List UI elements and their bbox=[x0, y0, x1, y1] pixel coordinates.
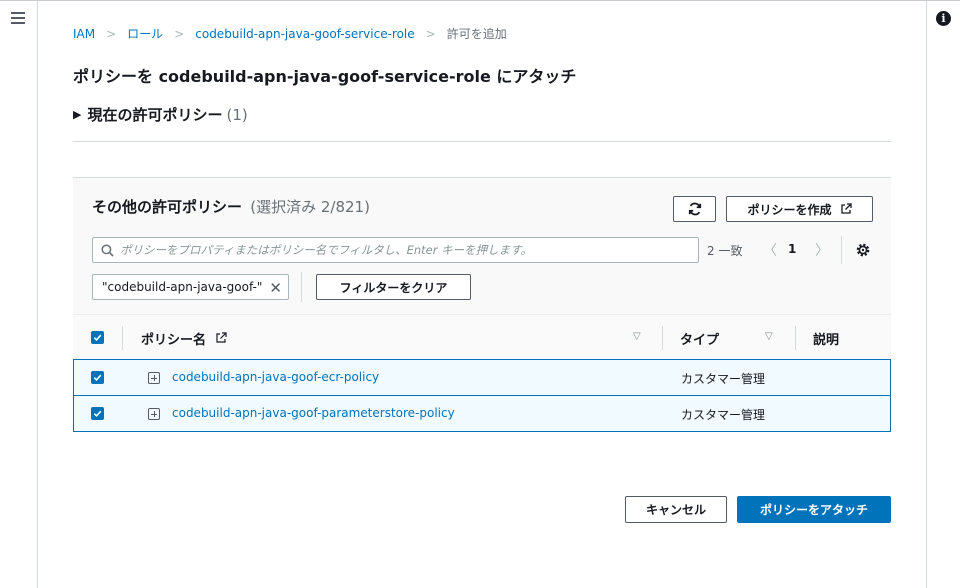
breadcrumb-roles[interactable]: ロール bbox=[127, 25, 163, 42]
refresh-button[interactable] bbox=[673, 196, 716, 222]
cancel-button[interactable]: キャンセル bbox=[625, 496, 727, 523]
create-policy-label: ポリシーを作成 bbox=[747, 202, 832, 217]
panel-title: その他の許可ポリシー (選択済み 2/821) bbox=[92, 196, 370, 217]
sort-down-icon[interactable]: ▽ bbox=[633, 331, 641, 342]
match-count: 2 一致 bbox=[707, 244, 743, 258]
hamburger-menu-icon[interactable] bbox=[11, 12, 25, 24]
attach-policy-button[interactable]: ポリシーをアタッチ bbox=[737, 496, 891, 523]
column-header-description[interactable]: 説明 bbox=[813, 329, 839, 348]
pager-divider bbox=[841, 236, 842, 264]
column-divider bbox=[795, 326, 796, 350]
current-page-number[interactable]: 1 bbox=[788, 242, 796, 256]
section-divider bbox=[73, 141, 891, 142]
column-divider bbox=[662, 326, 663, 350]
filter-divider bbox=[301, 272, 302, 302]
chevron-right-icon: > bbox=[106, 26, 117, 41]
other-policies-panel: その他の許可ポリシー (選択済み 2/821) ポリシーを作成 ポリシーをプロパ… bbox=[73, 177, 891, 432]
current-policies-count: (1) bbox=[226, 105, 248, 124]
chevron-right-icon: > bbox=[174, 26, 185, 41]
panel-header: その他の許可ポリシー (選択済み 2/821) ポリシーを作成 ポリシーをプロパ… bbox=[73, 178, 891, 314]
filter-token: "codebuild-apn-java-goof-" ✕ bbox=[92, 274, 289, 300]
top-border bbox=[0, 0, 960, 1]
info-icon[interactable]: i bbox=[936, 11, 951, 26]
expand-plus-icon[interactable] bbox=[148, 408, 160, 420]
refresh-icon bbox=[688, 202, 701, 216]
breadcrumb-iam[interactable]: IAM bbox=[73, 27, 95, 41]
search-icon bbox=[101, 243, 114, 257]
column-divider bbox=[122, 326, 123, 350]
row-checkbox[interactable] bbox=[91, 407, 104, 420]
policy-type: カスタマー管理 bbox=[681, 408, 766, 422]
row-checkbox[interactable] bbox=[91, 371, 104, 384]
breadcrumb: IAM > ロール > codebuild-apn-java-goof-serv… bbox=[73, 25, 507, 42]
gear-icon[interactable] bbox=[855, 242, 871, 258]
selection-count: (選択済み 2/821) bbox=[250, 198, 370, 216]
policy-type: カスタマー管理 bbox=[681, 372, 766, 386]
chevron-left-icon[interactable]: 〈 bbox=[763, 240, 777, 260]
column-header-type[interactable]: タイプ bbox=[680, 329, 719, 348]
panel-title-text: その他の許可ポリシー bbox=[92, 198, 243, 216]
chevron-right-icon: > bbox=[425, 26, 436, 41]
current-policies-label: 現在の許可ポリシー bbox=[87, 106, 223, 124]
right-help-rail: i bbox=[926, 1, 960, 588]
external-link-icon bbox=[840, 203, 852, 214]
table-row[interactable]: codebuild-apn-java-goof-parameterstore-p… bbox=[73, 395, 891, 432]
expand-plus-icon[interactable] bbox=[148, 372, 160, 384]
chevron-right-icon[interactable]: 〉 bbox=[815, 240, 829, 260]
breadcrumb-role-name[interactable]: codebuild-apn-java-goof-service-role bbox=[195, 27, 414, 41]
page-title: ポリシーを codebuild-apn-java-goof-service-ro… bbox=[73, 67, 577, 86]
column-header-name[interactable]: ポリシー名 bbox=[141, 329, 227, 348]
select-all-checkbox[interactable] bbox=[91, 331, 104, 344]
close-icon[interactable]: ✕ bbox=[269, 279, 282, 297]
external-link-icon bbox=[215, 332, 227, 343]
table-header: ポリシー名 ▽ タイプ ▽ 説明 bbox=[73, 314, 891, 360]
policy-search-input[interactable]: ポリシーをプロパティまたはポリシー名でフィルタし、Enter キーを押します。 bbox=[92, 237, 699, 263]
current-policies-toggle[interactable]: ▶ 現在の許可ポリシー (1) bbox=[73, 104, 248, 125]
search-placeholder: ポリシーをプロパティまたはポリシー名でフィルタし、Enter キーを押します。 bbox=[120, 243, 532, 257]
create-policy-button[interactable]: ポリシーを作成 bbox=[726, 196, 873, 222]
clear-filters-button[interactable]: フィルターをクリア bbox=[316, 274, 471, 300]
filter-token-text: "codebuild-apn-java-goof-" bbox=[102, 280, 263, 294]
caret-right-icon: ▶ bbox=[73, 108, 82, 121]
table-row[interactable]: codebuild-apn-java-goof-ecr-policy カスタマー… bbox=[73, 359, 891, 396]
sort-down-icon[interactable]: ▽ bbox=[765, 331, 773, 342]
policy-name-link[interactable]: codebuild-apn-java-goof-ecr-policy bbox=[172, 370, 379, 384]
policy-name-link[interactable]: codebuild-apn-java-goof-parameterstore-p… bbox=[172, 406, 455, 420]
breadcrumb-current: 許可を追加 bbox=[446, 27, 507, 41]
left-navigation-rail bbox=[0, 1, 38, 588]
